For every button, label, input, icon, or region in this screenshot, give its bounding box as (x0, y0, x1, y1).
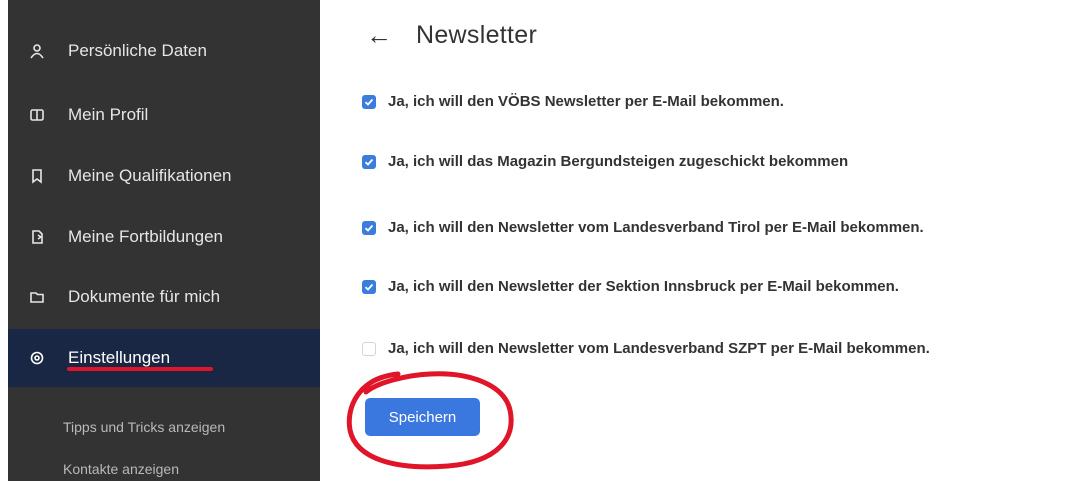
sidebar-subitem-tipps[interactable]: Tipps und Tricks anzeigen (63, 419, 225, 435)
id-card-icon (28, 106, 46, 124)
document-icon (28, 228, 46, 246)
checkbox-unchecked[interactable] (362, 341, 376, 356)
sidebar-item-label: Persönliche Daten (68, 41, 207, 60)
sidebar-item-dokumente[interactable]: Dokumente für mich (8, 268, 320, 326)
window-edge (0, 0, 8, 481)
sidebar-item-label: Dokumente für mich (68, 287, 221, 306)
checkbox-checked[interactable] (362, 279, 376, 294)
folder-icon (28, 288, 46, 306)
newsletter-option-szpt[interactable]: Ja, ich will den Newsletter vom Landesve… (362, 340, 930, 357)
sidebar-subitem-kontakte[interactable]: Kontakte anzeigen (63, 461, 179, 477)
page-title: Newsletter (416, 21, 538, 49)
annotation-underline (67, 367, 213, 371)
sidebar-item-meine-fortbildungen[interactable]: Meine Fortbildungen (8, 208, 320, 266)
save-button[interactable]: Speichern (365, 398, 480, 436)
arrow-left-icon[interactable]: ← (366, 20, 392, 50)
option-label: Ja, ich will den VÖBS Newsletter per E-M… (388, 93, 784, 110)
option-label: Ja, ich will den Newsletter vom Landesve… (388, 219, 924, 236)
checkbox-checked[interactable] (362, 220, 376, 235)
sidebar-item-persoenliche-daten[interactable]: Persönliche Daten (8, 22, 320, 80)
newsletter-option-innsbruck[interactable]: Ja, ich will den Newsletter der Sektion … (362, 278, 899, 295)
sidebar-item-mein-profil[interactable]: Mein Profil (8, 86, 320, 144)
sidebar-item-meine-qualifikationen[interactable]: Meine Qualifikationen (8, 147, 320, 205)
sidebar-item-label: Mein Profil (68, 105, 149, 124)
newsletter-option-bergundsteigen[interactable]: Ja, ich will das Magazin Bergundsteigen … (362, 153, 848, 170)
sidebar-item-label: Meine Qualifikationen (68, 166, 232, 185)
bookmark-icon (28, 167, 46, 185)
sidebar-item-label: Meine Fortbildungen (68, 227, 223, 246)
newsletter-option-tirol[interactable]: Ja, ich will den Newsletter vom Landesve… (362, 219, 924, 236)
sidebar: Persönliche Daten Mein Profil Meine Qual… (8, 0, 320, 481)
user-icon (28, 42, 46, 60)
checkbox-checked[interactable] (362, 154, 376, 169)
option-label: Ja, ich will das Magazin Bergundsteigen … (388, 153, 849, 170)
newsletter-option-voebs[interactable]: Ja, ich will den VÖBS Newsletter per E-M… (362, 93, 784, 110)
option-label: Ja, ich will den Newsletter der Sektion … (388, 278, 899, 295)
option-label: Ja, ich will den Newsletter vom Landesve… (388, 340, 930, 357)
sidebar-item-einstellungen[interactable]: Einstellungen (8, 329, 320, 387)
gear-icon (28, 349, 46, 367)
sidebar-item-label: Einstellungen (68, 348, 171, 367)
checkbox-checked[interactable] (362, 94, 376, 109)
